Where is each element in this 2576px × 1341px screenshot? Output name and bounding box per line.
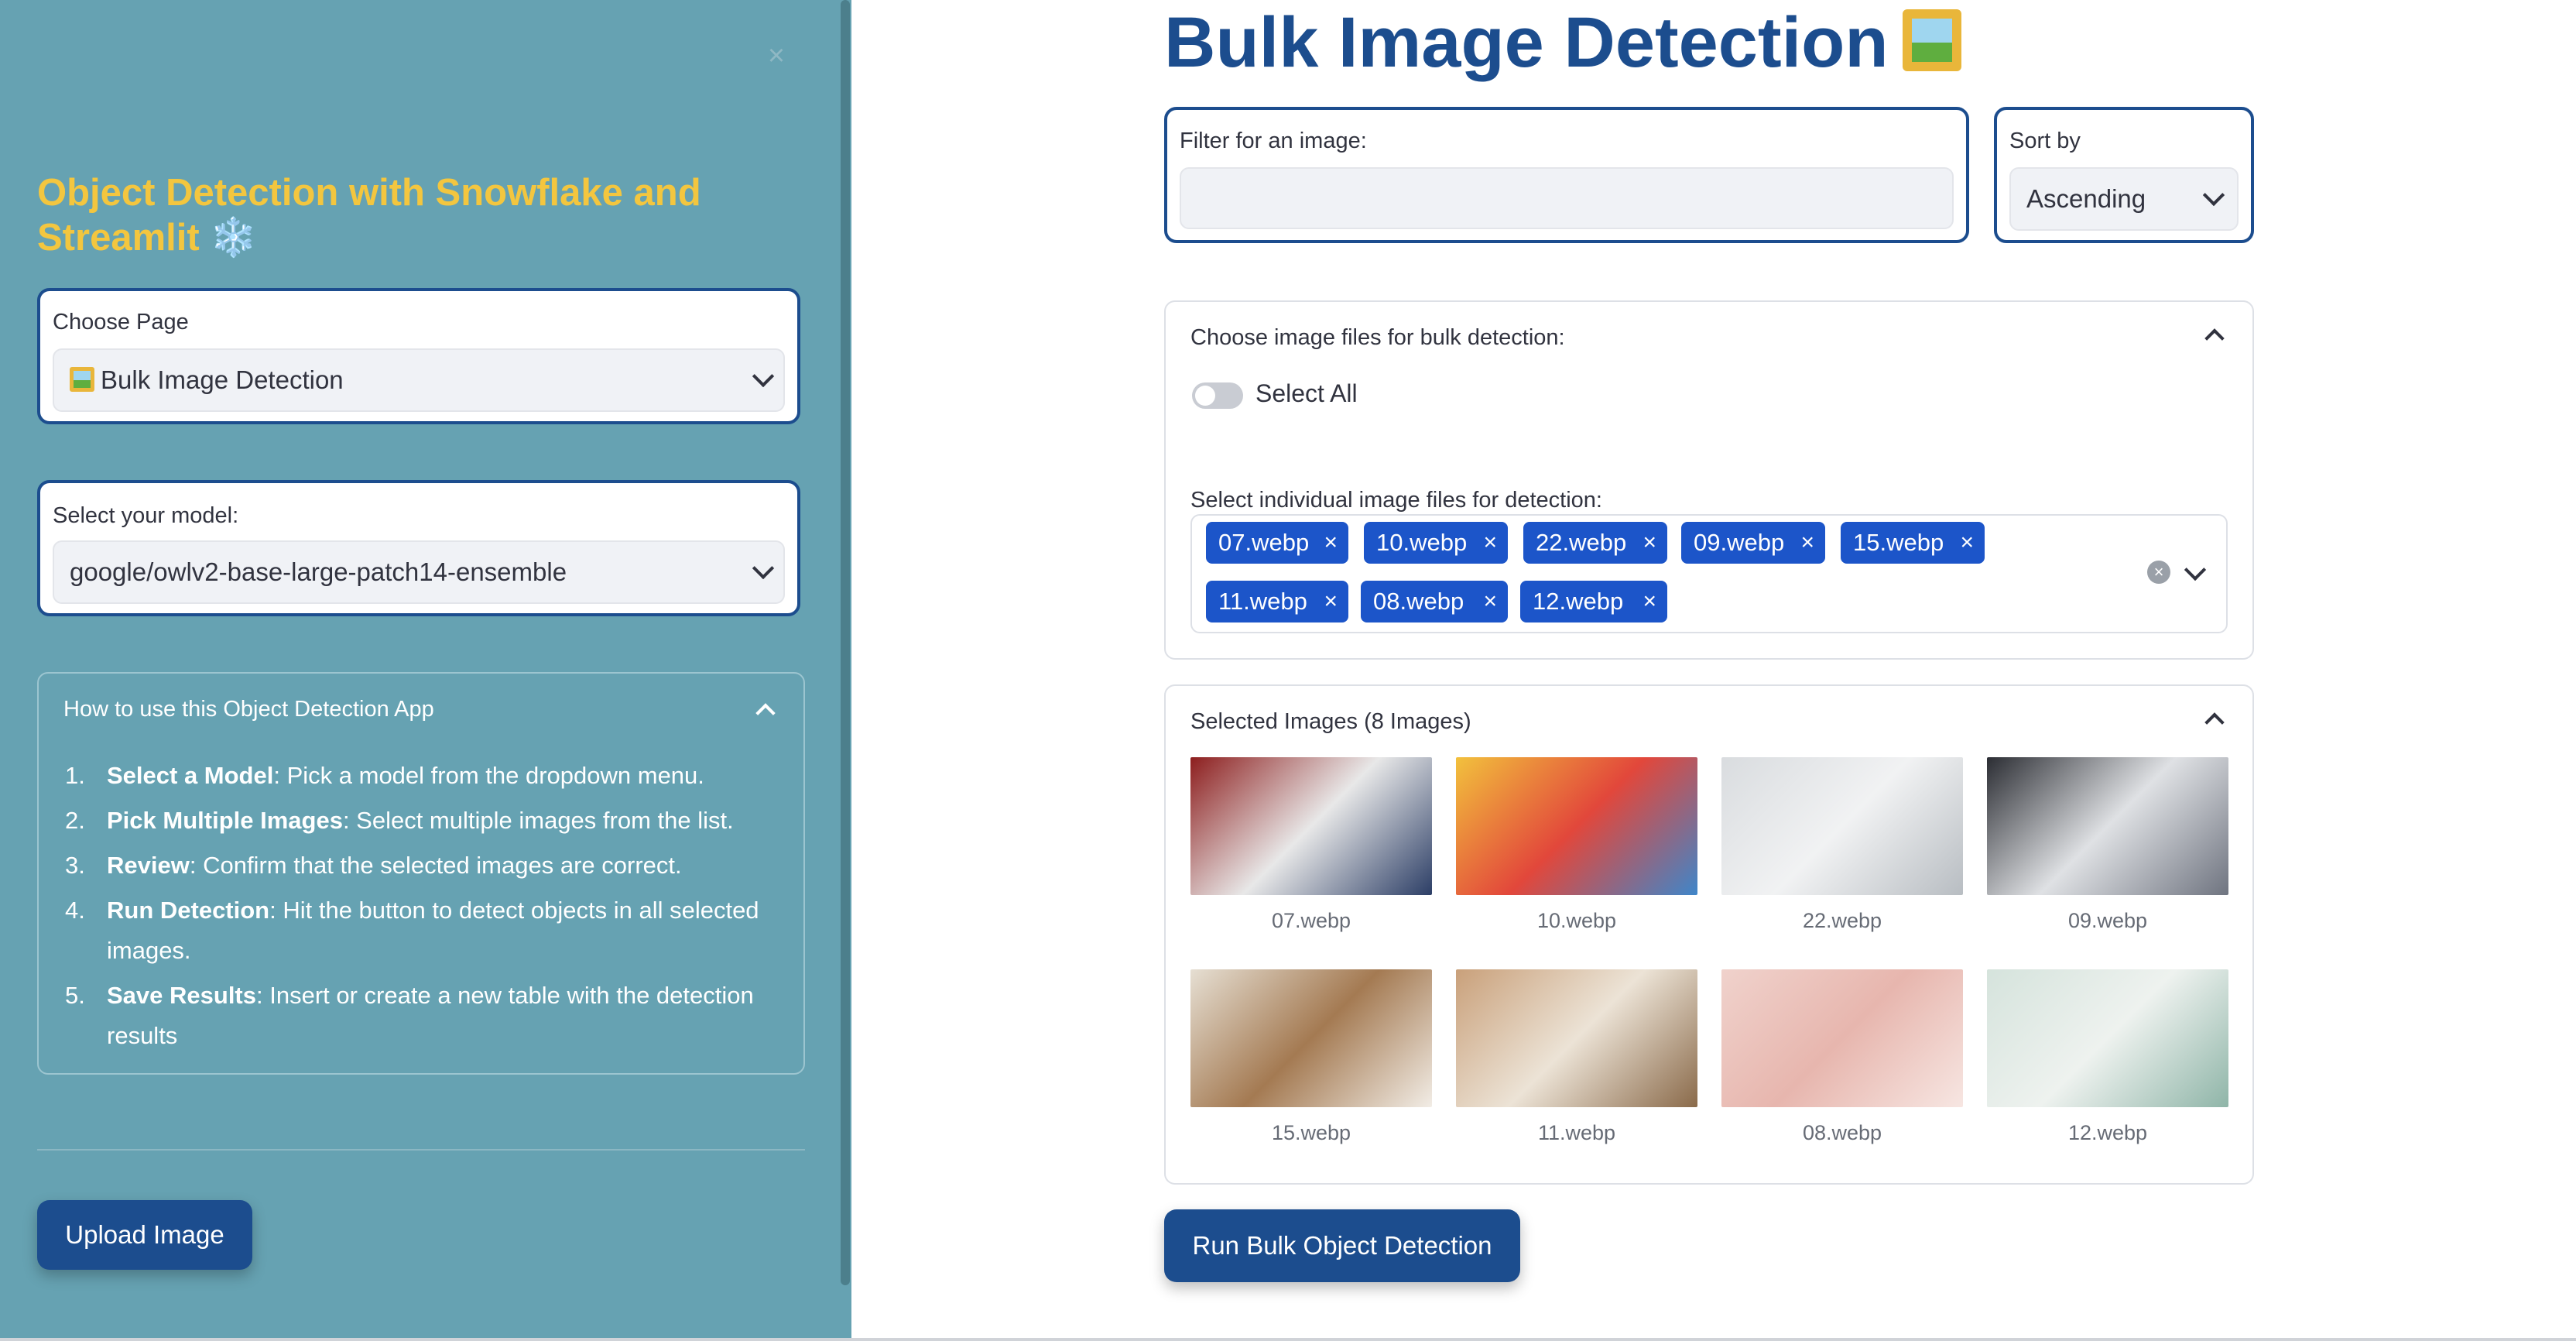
model-widget: Select your model: google/owlv2-base-lar… [37, 480, 800, 616]
page-title: Bulk Image Detection [1164, 0, 1961, 85]
file-tag[interactable]: 12.webp × [1520, 581, 1667, 622]
image-thumbnail[interactable] [1721, 757, 1963, 895]
remove-tag-icon[interactable]: × [1643, 581, 1656, 622]
chevron-up-icon[interactable] [2204, 712, 2225, 732]
chevron-down-icon [752, 557, 775, 580]
image-thumbnail[interactable] [1987, 969, 2228, 1107]
sort-value: Ascending [2026, 184, 2146, 213]
file-tag[interactable]: 11.webp × [1206, 581, 1348, 622]
filter-widget: Filter for an image: [1164, 107, 1969, 243]
choose-page-select[interactable]: Bulk Image Detection [53, 348, 785, 412]
choose-page-label: Choose Page [53, 310, 189, 334]
howto-step: 4. Run Detection: Hit the button to detec… [65, 897, 759, 964]
sidebar: × Object Detection with Snowflake and St… [0, 0, 851, 1341]
image-thumbnail[interactable] [1456, 969, 1697, 1107]
upload-image-button[interactable]: Upload Image [37, 1200, 252, 1270]
image-caption: 12.webp [2067, 1121, 2148, 1144]
howto-step: 2. Pick Multiple Images: Select multiple … [65, 807, 734, 834]
chevron-up-icon[interactable] [755, 703, 776, 723]
close-icon[interactable]: × [765, 40, 788, 71]
model-label: Select your model: [53, 503, 239, 528]
bottom-divider [0, 1338, 2576, 1341]
image-caption: 09.webp [2067, 909, 2148, 932]
framed-picture-icon [1902, 9, 1961, 71]
select-all-label: Select All [1255, 379, 1358, 407]
remove-tag-icon[interactable]: × [1483, 581, 1497, 622]
remove-tag-icon[interactable]: × [1483, 522, 1497, 564]
multiselect-label: Select individual image files for detect… [1190, 488, 1602, 513]
image-caption: 07.webp [1271, 909, 1351, 932]
remove-tag-icon[interactable]: × [1960, 522, 1974, 564]
choose-page-widget: Choose Page Bulk Image Detection [37, 288, 800, 424]
file-tag[interactable]: 07.webp × [1206, 522, 1348, 564]
sidebar-title: Object Detection with Snowflake and Stre… [37, 172, 701, 259]
remove-tag-icon[interactable]: × [1324, 581, 1338, 622]
chevron-down-icon [2202, 183, 2225, 207]
image-thumbnail[interactable] [1721, 969, 1963, 1107]
image-thumbnail[interactable] [1190, 757, 1432, 895]
files-expander-title[interactable]: Choose image files for bulk detection: [1190, 325, 1565, 351]
howto-title[interactable]: How to use this Object Detection App [63, 697, 434, 722]
image-caption: 08.webp [1802, 1121, 1882, 1144]
sidebar-divider [37, 1149, 805, 1151]
sort-widget: Sort by Ascending [1994, 107, 2254, 243]
remove-tag-icon[interactable]: × [1800, 522, 1814, 564]
remove-tag-icon[interactable]: × [1324, 522, 1338, 564]
image-thumbnail[interactable] [1456, 757, 1697, 895]
sidebar-scrollbar[interactable] [841, 0, 850, 1285]
chevron-up-icon[interactable] [2204, 328, 2225, 348]
choose-page-value: Bulk Image Detection [101, 365, 344, 394]
model-select[interactable]: google/owlv2-base-large-patch14-ensemble [53, 540, 785, 604]
model-value: google/owlv2-base-large-patch14-ensemble [70, 557, 567, 586]
image-caption: 22.webp [1802, 909, 1882, 932]
chevron-down-icon [752, 365, 775, 388]
howto-step: 1. Select a Model: Pick a model from the … [65, 762, 704, 789]
sort-select[interactable]: Ascending [2009, 167, 2239, 231]
howto-step: 3. Review: Confirm that the selected imag… [65, 852, 682, 879]
clear-all-icon[interactable]: × [2147, 561, 2170, 584]
file-tag[interactable]: 09.webp × [1681, 522, 1825, 564]
select-all-toggle[interactable] [1192, 382, 1243, 409]
image-thumbnail[interactable] [1190, 969, 1432, 1107]
filter-label: Filter for an image: [1180, 129, 1367, 153]
filter-input[interactable] [1180, 167, 1954, 229]
image-thumbnail[interactable] [1987, 757, 2228, 895]
howto-steps: 1. Select a Model: Pick a model from the … [65, 756, 777, 1056]
image-caption: 11.webp [1537, 1121, 1616, 1144]
run-bulk-detection-button[interactable]: Run Bulk Object Detection [1164, 1209, 1520, 1282]
image-caption: 10.webp [1536, 909, 1617, 932]
file-tag[interactable]: 15.webp × [1841, 522, 1985, 564]
framed-picture-icon [70, 367, 94, 392]
remove-tag-icon[interactable]: × [1643, 522, 1656, 564]
file-tag[interactable]: 22.webp × [1523, 522, 1667, 564]
selected-images-title[interactable]: Selected Images (8 Images) [1190, 709, 1471, 735]
howto-expander: How to use this Object Detection App 1. S… [37, 672, 805, 1075]
file-tag[interactable]: 10.webp × [1364, 522, 1508, 564]
sort-label: Sort by [2009, 129, 2081, 153]
image-caption: 15.webp [1271, 1121, 1351, 1144]
howto-step: 5. Save Results: Insert or create a new t… [65, 982, 754, 1049]
file-tag[interactable]: 08.webp × [1361, 581, 1508, 622]
